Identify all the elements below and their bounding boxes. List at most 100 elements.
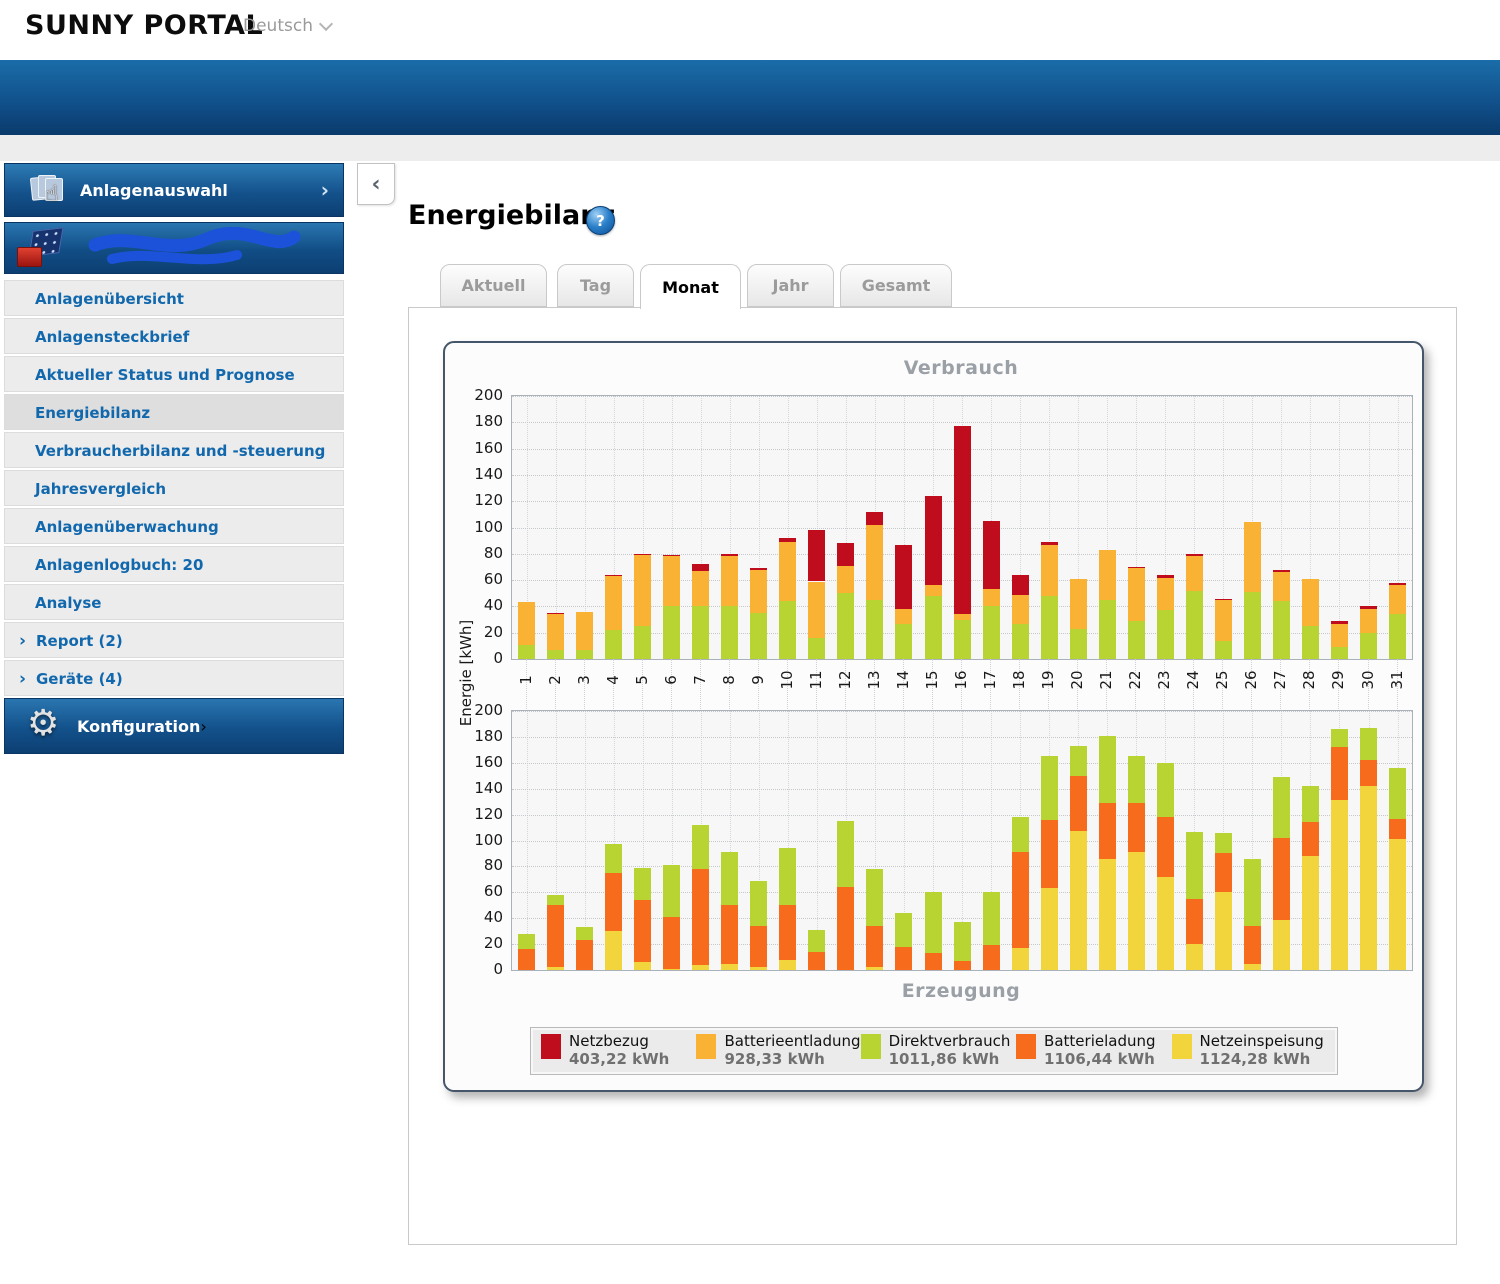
plant-list-icon: ☝ — [31, 174, 71, 210]
legend-entry: Direktverbrauch1011,86 kWh — [861, 1033, 1016, 1069]
bar-segment — [1331, 747, 1348, 800]
language-selector[interactable]: Deutsch — [243, 16, 331, 36]
sidebar-item-label: Anlagensteckbrief — [35, 328, 189, 346]
sidebar-item-label: Anlagenlogbuch: 20 — [35, 556, 203, 574]
bar-segment — [1186, 591, 1203, 659]
bar-segment — [1157, 877, 1174, 970]
bar-segment — [895, 545, 912, 609]
bar-segment — [1099, 736, 1116, 803]
current-plant-button[interactable] — [4, 222, 344, 274]
bar-segment — [518, 949, 535, 970]
bar-segment — [692, 571, 709, 607]
y-tick-label: 120 — [447, 491, 503, 509]
tab-jahr[interactable]: Jahr — [747, 264, 834, 307]
bar-segment — [576, 650, 593, 659]
tab-aktuell[interactable]: Aktuell — [440, 264, 547, 307]
bar-segment — [547, 650, 564, 659]
bar-segment — [1360, 760, 1377, 786]
plant-selector-button[interactable]: ☝ Anlagenauswahl › — [4, 163, 344, 217]
y-tick-label: 140 — [447, 779, 503, 797]
bar-segment — [983, 521, 1000, 589]
chevron-right-icon: › — [321, 178, 329, 202]
bar-segment — [1215, 892, 1232, 970]
sidebar-collapse-button[interactable]: ‹ — [357, 163, 395, 205]
x-tick-label: 13 — [866, 663, 882, 697]
legend-value: 1011,86 kWh — [889, 1050, 1011, 1069]
bar-segment — [1012, 817, 1029, 852]
tab-tag[interactable]: Tag — [557, 264, 634, 307]
sidebar-item-analyse[interactable]: Analyse — [4, 584, 344, 620]
tab-gesamt[interactable]: Gesamt — [840, 264, 952, 307]
y-tick-label: 40 — [447, 596, 503, 614]
sidebar-item-report-2-[interactable]: ›Report (2) — [4, 622, 344, 658]
bar-segment — [605, 931, 622, 970]
bar-segment — [954, 426, 971, 614]
bar-segment — [1302, 856, 1319, 970]
sidebar-item-jahresvergleich[interactable]: Jahresvergleich — [4, 470, 344, 506]
gear-icon: ⚙ — [27, 703, 59, 744]
x-tick-label: 21 — [1098, 663, 1114, 697]
sidebar-item-verbraucherbilanz-und-steuerung[interactable]: Verbraucherbilanz und -steuerung — [4, 432, 344, 468]
legend-text: Netzeinspeisung1124,28 kWh — [1200, 1033, 1324, 1069]
help-icon[interactable]: ? — [586, 206, 615, 235]
bar-segment — [692, 869, 709, 965]
bar-segment — [605, 873, 622, 931]
x-tick-label: 8 — [721, 663, 737, 697]
y-tick-label: 40 — [447, 908, 503, 926]
bar-segment — [808, 638, 825, 659]
x-tick-label: 23 — [1156, 663, 1172, 697]
bar-segment — [954, 961, 971, 970]
bar-segment — [808, 582, 825, 639]
plant-name-redacted — [87, 227, 302, 271]
bar-segment — [1331, 729, 1348, 747]
bar-segment — [547, 967, 564, 970]
bar-segment — [1186, 554, 1203, 557]
bar-segment — [895, 913, 912, 947]
bar-segment — [1099, 859, 1116, 970]
legend-swatch — [1016, 1034, 1036, 1059]
sidebar-item-anlagensteckbrief[interactable]: Anlagensteckbrief — [4, 318, 344, 354]
y-tick-label: 20 — [447, 623, 503, 641]
page-title: Energiebilanz — [408, 200, 615, 231]
bar-segment — [866, 512, 883, 525]
sidebar-item-anlagen-bersicht[interactable]: Anlagenübersicht — [4, 280, 344, 316]
sidebar-item-aktueller-status-und-prognose[interactable]: Aktueller Status und Prognose — [4, 356, 344, 392]
bar-segment — [866, 869, 883, 926]
chart-title-verbrauch: Verbrauch — [511, 357, 1411, 379]
sidebar-item-label: Energiebilanz — [35, 404, 150, 422]
bar-segment — [808, 952, 825, 970]
bar-segment — [547, 905, 564, 967]
sidebar-item-anlagenlogbuch-20[interactable]: Anlagenlogbuch: 20 — [4, 546, 344, 582]
bar-segment — [1041, 888, 1058, 970]
bar-segment — [750, 926, 767, 967]
plant-icon — [17, 228, 63, 270]
sidebar-item-label: Analyse — [35, 594, 101, 612]
bar-segment — [1128, 568, 1145, 621]
sidebar-item-label: Report (2) — [36, 632, 123, 650]
sidebar-item-ger-te-4-[interactable]: ›Geräte (4) — [4, 660, 344, 696]
bar-segment — [1244, 592, 1261, 659]
tab-monat[interactable]: Monat — [640, 264, 741, 309]
bar-segment — [837, 543, 854, 565]
bar-segment — [1273, 838, 1290, 920]
bar-segment — [779, 601, 796, 659]
y-tick-label: 0 — [447, 649, 503, 667]
bar-segment — [721, 554, 738, 557]
bar-segment — [518, 645, 535, 660]
sidebar-item-label: Jahresvergleich — [35, 480, 166, 498]
sidebar-item-anlagen-berwachung[interactable]: Anlagenüberwachung — [4, 508, 344, 544]
bar-segment — [808, 930, 825, 952]
bar-segment — [1331, 800, 1348, 970]
bar-segment — [1360, 786, 1377, 970]
sidebar-item-energiebilanz[interactable]: Energiebilanz — [4, 394, 344, 430]
x-tick-label: 12 — [837, 663, 853, 697]
y-tick-label: 80 — [447, 544, 503, 562]
bar-segment — [925, 585, 942, 596]
legend-label: Batterieentladung — [724, 1033, 860, 1050]
y-tick-label: 80 — [447, 856, 503, 874]
x-tick-label: 27 — [1272, 663, 1288, 697]
chevron-right-icon: › — [19, 661, 36, 697]
bar-segment — [721, 556, 738, 606]
sidebar-item-konfiguration[interactable]: ⚙ Konfiguration › — [4, 698, 344, 754]
bar-segment — [663, 917, 680, 969]
